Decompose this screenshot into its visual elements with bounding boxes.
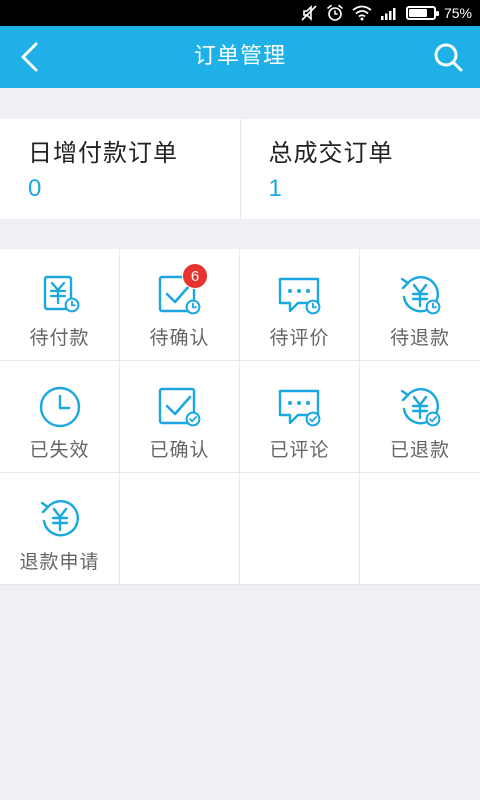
- menu-item-pending-confirmation[interactable]: 待确认: [120, 249, 240, 361]
- order-stats: 日增付款订单 0 总成交订单 1: [0, 119, 480, 219]
- menu-item-label: 待确认: [149, 327, 210, 349]
- menu-item-label: 已评论: [269, 439, 330, 461]
- menu-item-confirmed[interactable]: 已确认: [120, 361, 240, 473]
- empty-cell: [120, 473, 240, 585]
- menu-item-expired[interactable]: 已失效: [0, 361, 120, 473]
- empty-cell: [240, 473, 360, 585]
- menu-item-pending-refund[interactable]: 待退款: [360, 249, 480, 361]
- confirmed-icon: [158, 387, 201, 427]
- menu-item-label: 待评价: [269, 327, 330, 349]
- app-header: 订单管理: [0, 26, 480, 88]
- status-bar: 75%: [0, 0, 480, 26]
- daily-paid-orders-stat[interactable]: 日增付款订单 0: [0, 119, 240, 219]
- menu-item-label: 已确认: [149, 439, 210, 461]
- signal-icon: [380, 6, 398, 20]
- stat-label: 总成交订单: [268, 139, 394, 167]
- alarm-icon: [326, 4, 344, 22]
- stat-label: 日增付款订单: [28, 139, 178, 167]
- battery-level-fill: [408, 9, 427, 17]
- search-icon: [434, 43, 463, 72]
- expired-clock-icon: [39, 386, 81, 428]
- menu-item-label: 退款申请: [19, 551, 100, 573]
- battery-icon: [405, 6, 439, 20]
- refunded-icon: [400, 388, 441, 427]
- refund-pending-icon: [400, 276, 441, 315]
- menu-item-label: 已失效: [29, 439, 90, 461]
- menu-item-label: 已退款: [389, 439, 450, 461]
- status-icons: 75%: [300, 3, 472, 23]
- menu-item-pending-review[interactable]: 待评价: [240, 249, 360, 361]
- total-orders-stat[interactable]: 总成交订单 1: [239, 119, 480, 219]
- stat-value: 0: [28, 175, 42, 202]
- search-button[interactable]: [428, 37, 468, 77]
- stat-value: 1: [268, 175, 282, 202]
- menu-item-label: 待付款: [29, 327, 90, 349]
- menu-item-label: 待退款: [389, 327, 450, 349]
- wifi-icon: [352, 5, 372, 21]
- menu-item-refunded[interactable]: 已退款: [360, 361, 480, 473]
- back-button[interactable]: [10, 37, 50, 77]
- chevron-left-icon: [21, 42, 38, 72]
- mute-icon: [300, 4, 318, 22]
- reviewed-icon: [278, 389, 321, 427]
- order-status-grid: 待付款 待确认 待评价 待退款 已失效 已确认 已评论 已退款 退款申请: [0, 249, 480, 585]
- pending-confirmation-badge: 6: [182, 263, 208, 289]
- review-pending-icon: [278, 277, 321, 315]
- battery-percent: 75%: [443, 5, 472, 21]
- refund-request-icon: [40, 500, 79, 537]
- menu-item-reviewed[interactable]: 已评论: [240, 361, 360, 473]
- page-title: 订单管理: [193, 44, 286, 69]
- pay-pending-icon: [43, 275, 80, 313]
- empty-cell: [360, 473, 480, 585]
- menu-item-refund-request[interactable]: 退款申请: [0, 473, 120, 585]
- menu-item-pending-payment[interactable]: 待付款: [0, 249, 120, 361]
